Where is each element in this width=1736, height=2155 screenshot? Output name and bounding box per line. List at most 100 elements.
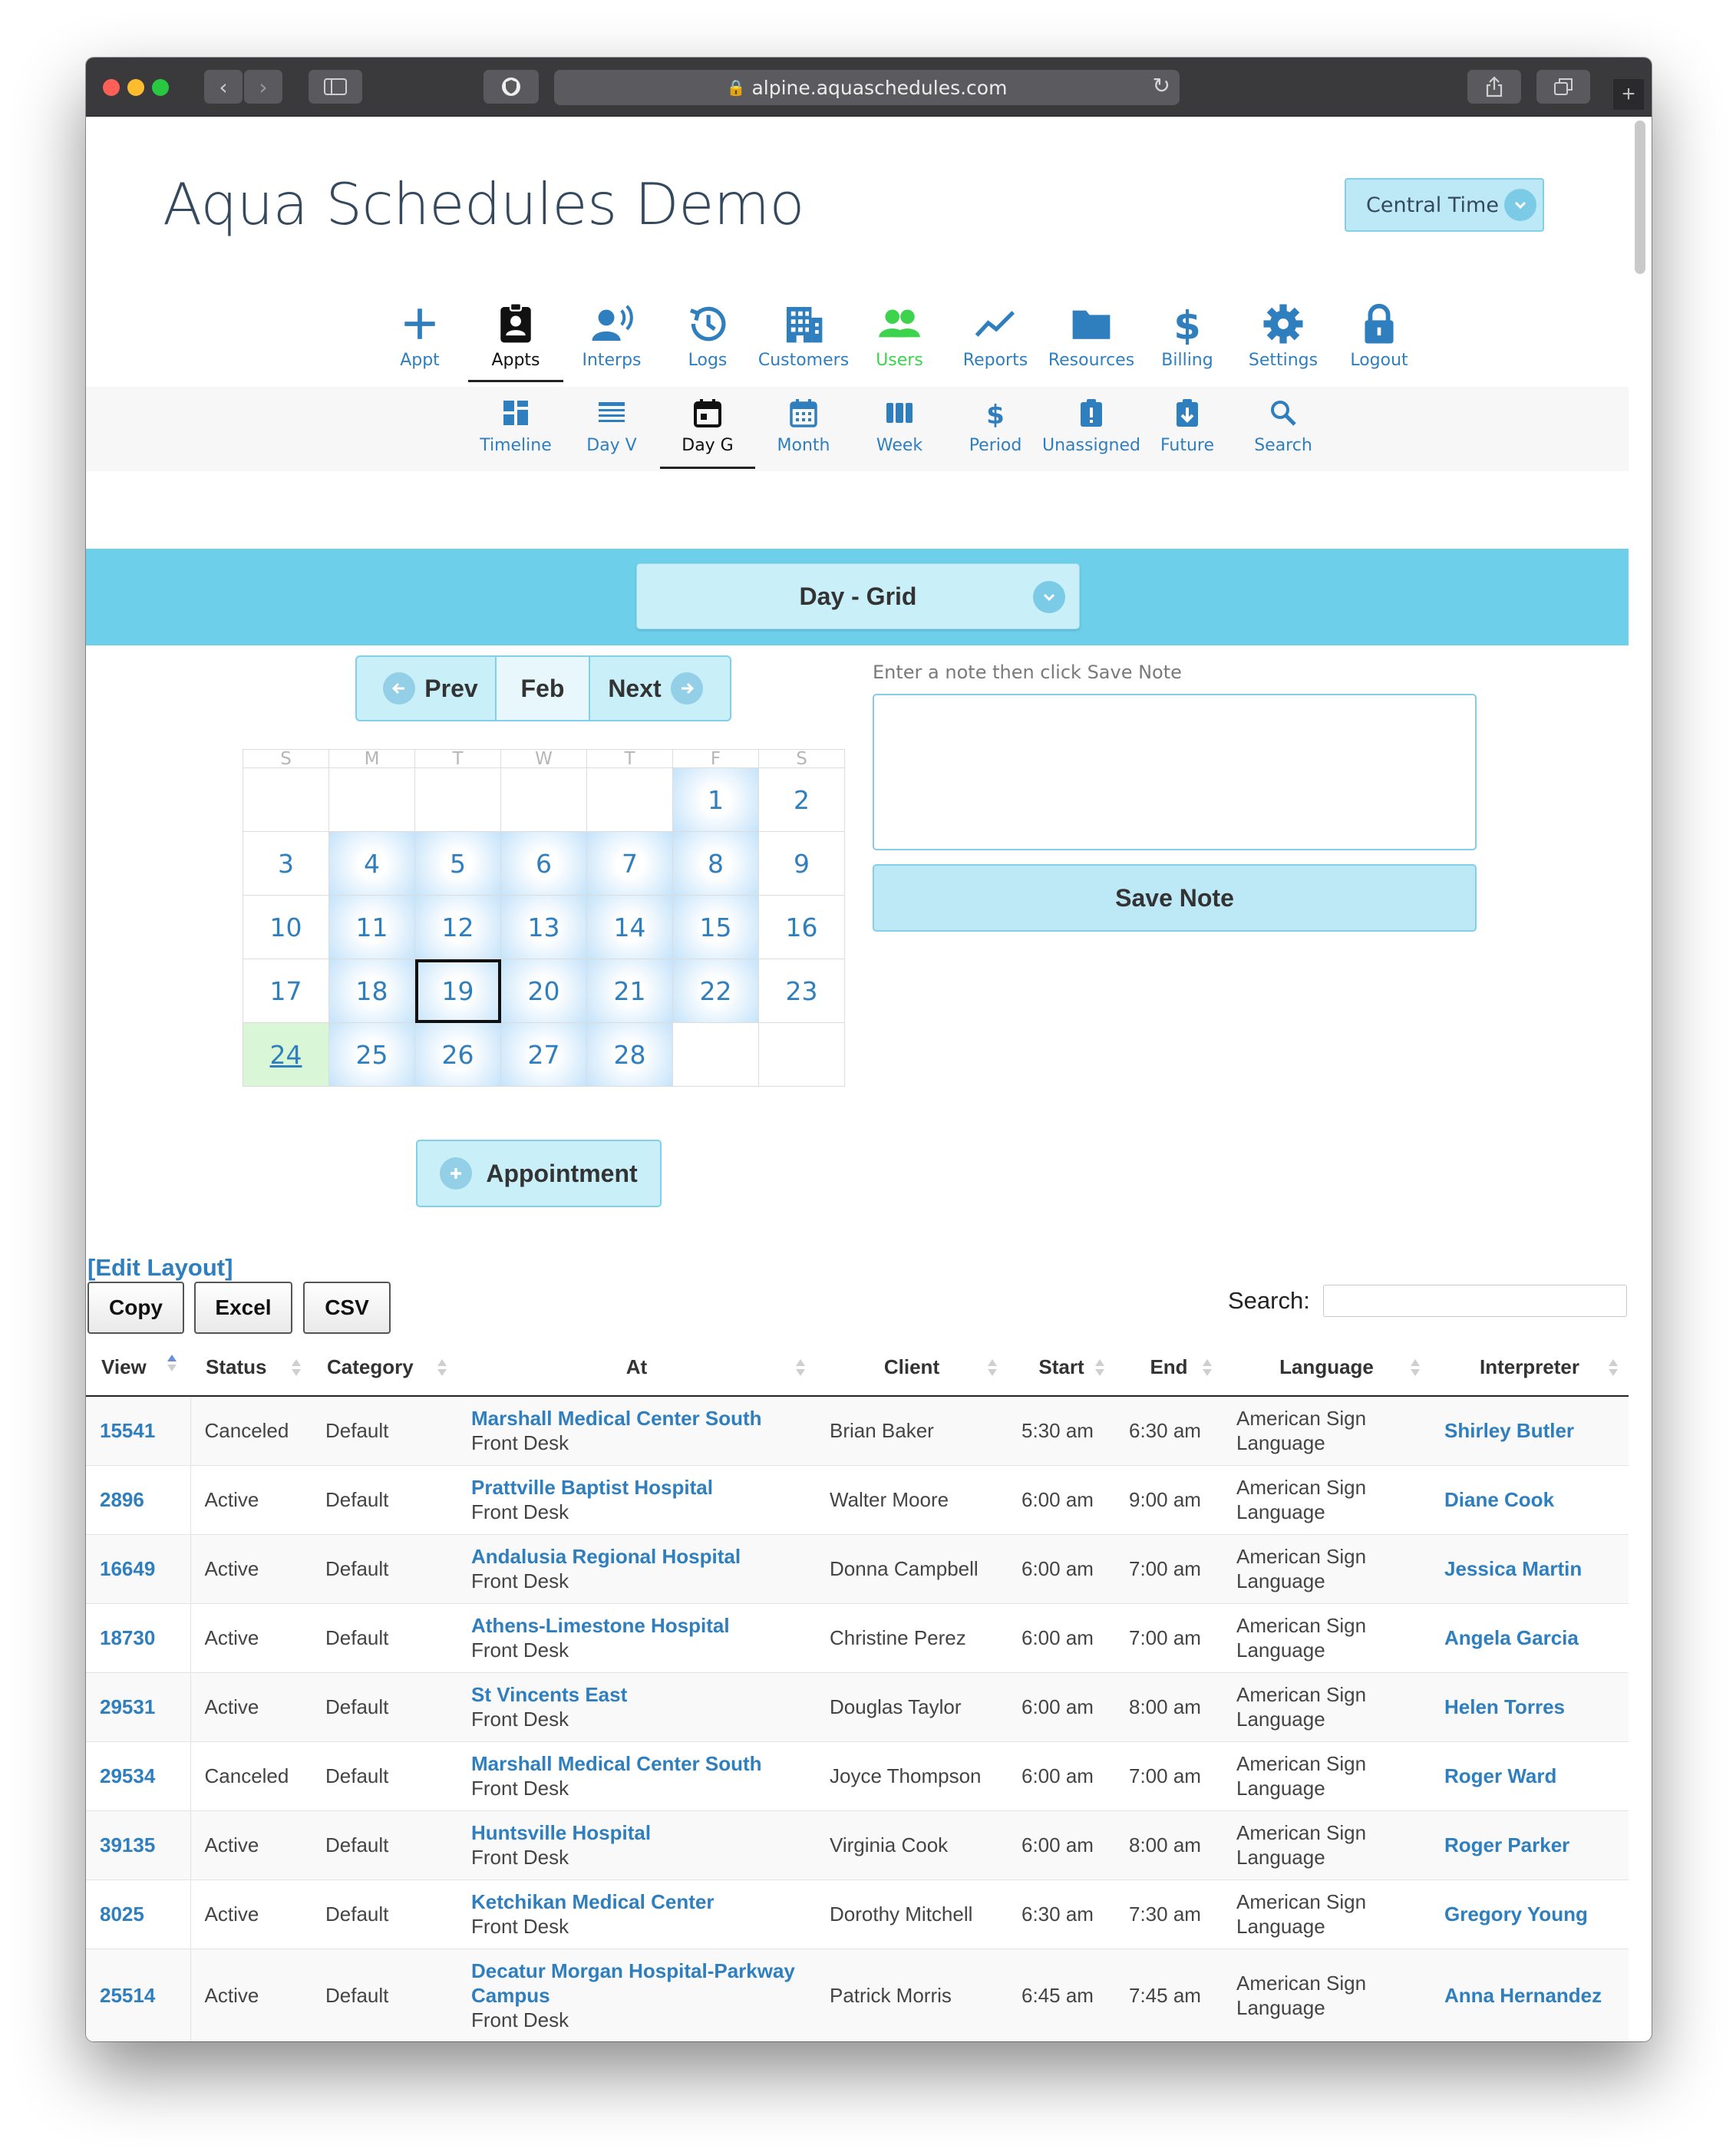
calendar-day[interactable]: 3 bbox=[243, 831, 329, 896]
interpreter-link[interactable]: Angela Garcia bbox=[1444, 1626, 1579, 1649]
month-button[interactable]: Feb bbox=[497, 657, 590, 720]
zoom-window-button[interactable] bbox=[152, 79, 169, 96]
column-header-view[interactable]: View bbox=[86, 1339, 190, 1397]
calendar-day[interactable]: 21 bbox=[586, 959, 673, 1023]
excel-button[interactable]: Excel bbox=[194, 1282, 292, 1334]
subnav-day-v[interactable]: Day V bbox=[564, 387, 659, 471]
location-link[interactable]: Decatur Morgan Hospital-Parkway Campus bbox=[471, 1959, 809, 2008]
column-header-client[interactable]: Client bbox=[816, 1339, 1008, 1397]
subnav-week[interactable]: Week bbox=[852, 387, 947, 471]
subnav-day-g[interactable]: Day G bbox=[660, 387, 755, 471]
tabs-overview-icon[interactable] bbox=[1536, 70, 1590, 104]
view-link[interactable]: 2896 bbox=[100, 1488, 144, 1511]
calendar-day[interactable]: 14 bbox=[586, 895, 673, 959]
edit-layout-link[interactable]: [Edit Layout] bbox=[87, 1254, 233, 1282]
location-link[interactable]: Huntsville Hospital bbox=[471, 1820, 816, 1845]
column-header-at[interactable]: At bbox=[457, 1339, 816, 1397]
view-link[interactable]: 39135 bbox=[100, 1833, 155, 1856]
location-link[interactable]: St Vincents East bbox=[471, 1682, 816, 1707]
calendar-day[interactable]: 4 bbox=[328, 831, 415, 896]
location-link[interactable]: Marshall Medical Center South bbox=[471, 1751, 816, 1776]
column-header-interpreter[interactable]: Interpreter bbox=[1431, 1339, 1629, 1397]
table-search-input[interactable] bbox=[1323, 1285, 1627, 1317]
view-link[interactable]: 18730 bbox=[100, 1626, 155, 1649]
subnav-unassigned[interactable]: Unassigned bbox=[1042, 387, 1140, 471]
column-header-status[interactable]: Status bbox=[190, 1339, 312, 1397]
calendar-day[interactable]: 28 bbox=[586, 1022, 673, 1087]
interpreter-link[interactable]: Gregory Young bbox=[1444, 1903, 1588, 1926]
csv-button[interactable]: CSV bbox=[303, 1282, 391, 1334]
interpreter-link[interactable]: Roger Ward bbox=[1444, 1764, 1556, 1787]
subnav-timeline[interactable]: Timeline bbox=[468, 387, 563, 471]
column-header-category[interactable]: Category bbox=[312, 1339, 457, 1397]
location-link[interactable]: Marshall Medical Center South bbox=[471, 1406, 816, 1431]
sidebar-toggle-icon[interactable] bbox=[309, 70, 362, 104]
calendar-day[interactable]: 26 bbox=[414, 1022, 501, 1087]
share-icon[interactable] bbox=[1467, 70, 1521, 104]
interpreter-link[interactable]: Helen Torres bbox=[1444, 1695, 1565, 1718]
interpreter-link[interactable]: Jessica Martin bbox=[1444, 1557, 1582, 1580]
calendar-day[interactable]: 9 bbox=[758, 831, 845, 896]
calendar-day[interactable]: 17 bbox=[243, 959, 329, 1023]
calendar-day[interactable]: 15 bbox=[672, 895, 759, 959]
note-textarea[interactable] bbox=[873, 694, 1477, 850]
forward-icon[interactable]: › bbox=[244, 70, 282, 104]
calendar-day[interactable]: 25 bbox=[328, 1022, 415, 1087]
nav-logout[interactable]: Logout bbox=[1332, 289, 1427, 374]
column-header-end[interactable]: End bbox=[1115, 1339, 1223, 1397]
interpreter-link[interactable]: Diane Cook bbox=[1444, 1488, 1554, 1511]
calendar-day[interactable]: 19 bbox=[414, 959, 501, 1023]
location-link[interactable]: Prattville Baptist Hospital bbox=[471, 1475, 816, 1500]
calendar-day[interactable]: 18 bbox=[328, 959, 415, 1023]
back-icon[interactable]: ‹ bbox=[204, 70, 243, 104]
calendar-day[interactable]: 8 bbox=[672, 831, 759, 896]
calendar-day[interactable]: 6 bbox=[500, 831, 587, 896]
calendar-day[interactable]: 5 bbox=[414, 831, 501, 896]
view-link[interactable]: 8025 bbox=[100, 1903, 144, 1926]
next-button[interactable]: Next bbox=[590, 657, 730, 720]
minimize-window-button[interactable] bbox=[127, 79, 144, 96]
calendar-day[interactable]: 1 bbox=[672, 767, 759, 832]
add-appointment-button[interactable]: Appointment bbox=[416, 1140, 662, 1207]
save-note-button[interactable]: Save Note bbox=[873, 864, 1477, 932]
reload-icon[interactable]: ↻ bbox=[1153, 73, 1170, 98]
calendar-day[interactable]: 22 bbox=[672, 959, 759, 1023]
address-bar[interactable]: 🔒 alpine.aquaschedules.com ↻ bbox=[554, 70, 1180, 105]
view-select[interactable]: Day - Grid bbox=[636, 563, 1080, 629]
calendar-day[interactable]: 13 bbox=[500, 895, 587, 959]
calendar-day[interactable]: 12 bbox=[414, 895, 501, 959]
calendar-day[interactable]: 2 bbox=[758, 767, 845, 832]
privacy-shield-icon[interactable] bbox=[484, 70, 539, 104]
calendar-day[interactable]: 7 bbox=[586, 831, 673, 896]
view-link[interactable]: 15541 bbox=[100, 1419, 155, 1442]
page-scrollbar[interactable] bbox=[1635, 120, 1645, 274]
interpreter-link[interactable]: Shirley Butler bbox=[1444, 1419, 1574, 1442]
view-link[interactable]: 25514 bbox=[100, 1984, 155, 2007]
subnav-month[interactable]: Month bbox=[756, 387, 851, 471]
interpreter-link[interactable]: Roger Parker bbox=[1444, 1833, 1569, 1856]
view-link[interactable]: 29531 bbox=[100, 1695, 155, 1718]
view-link[interactable]: 29534 bbox=[100, 1764, 155, 1787]
close-window-button[interactable] bbox=[103, 79, 120, 96]
subnav-future[interactable]: Future bbox=[1140, 387, 1235, 471]
calendar-day[interactable]: 16 bbox=[758, 895, 845, 959]
location-link[interactable]: Athens-Limestone Hospital bbox=[471, 1613, 816, 1638]
subnav-period[interactable]: $ Period bbox=[948, 387, 1043, 471]
calendar-day[interactable]: 10 bbox=[243, 895, 329, 959]
calendar-day[interactable]: 27 bbox=[500, 1022, 587, 1087]
column-header-language[interactable]: Language bbox=[1223, 1339, 1431, 1397]
location-link[interactable]: Andalusia Regional Hospital bbox=[471, 1544, 816, 1569]
location-link[interactable]: Ketchikan Medical Center bbox=[471, 1889, 816, 1914]
prev-button[interactable]: Prev bbox=[357, 657, 497, 720]
calendar-day[interactable]: 23 bbox=[758, 959, 845, 1023]
copy-button[interactable]: Copy bbox=[87, 1282, 184, 1334]
calendar-day[interactable]: 20 bbox=[500, 959, 587, 1023]
column-header-start[interactable]: Start bbox=[1008, 1339, 1115, 1397]
subnav-search[interactable]: Search bbox=[1236, 387, 1331, 471]
calendar-day[interactable]: 24 bbox=[243, 1022, 329, 1087]
timezone-select[interactable]: Central Time bbox=[1345, 178, 1544, 232]
view-link[interactable]: 16649 bbox=[100, 1557, 155, 1580]
calendar-day[interactable]: 11 bbox=[328, 895, 415, 959]
interpreter-link[interactable]: Anna Hernandez bbox=[1444, 1984, 1602, 2007]
new-tab-icon[interactable]: + bbox=[1613, 79, 1644, 110]
